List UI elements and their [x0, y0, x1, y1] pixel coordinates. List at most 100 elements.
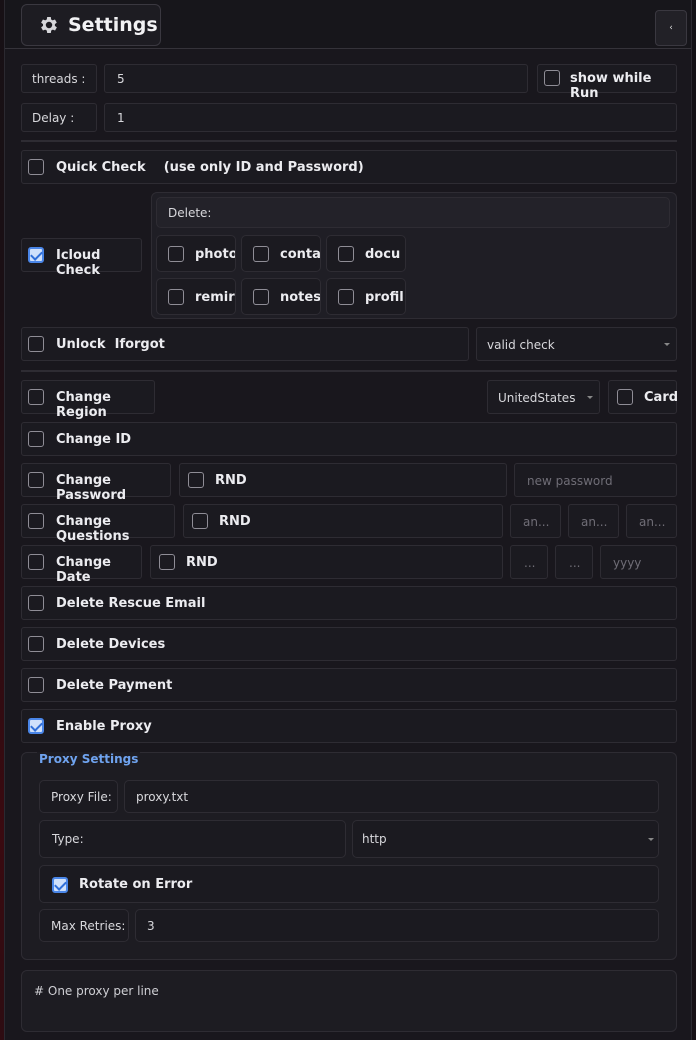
date-month-input[interactable]: ... [555, 545, 593, 579]
change-id-row[interactable]: Change ID [21, 422, 677, 456]
questions-rnd-checkbox[interactable] [192, 513, 208, 529]
delete-payment-checkbox[interactable] [28, 677, 44, 693]
chevron-left-icon: ‹ [669, 23, 673, 33]
quick-check-row[interactable]: Quick Check (use only ID and Password) [21, 150, 677, 184]
enable-proxy-checkbox[interactable] [28, 718, 44, 734]
show-while-run-toggle[interactable]: show while Run [537, 64, 677, 101]
unlock-mode-select[interactable]: valid check [476, 327, 677, 361]
gear-icon [41, 17, 57, 33]
enable-proxy-row[interactable]: Enable Proxy [21, 709, 677, 743]
card-toggle[interactable]: Card [608, 380, 679, 414]
proxy-file-input[interactable]: proxy.txt [124, 780, 659, 813]
divider [21, 370, 677, 372]
change-region-label: Change Region [56, 390, 111, 420]
password-rnd-checkbox[interactable] [188, 472, 204, 488]
quick-check-checkbox[interactable] [28, 159, 44, 175]
rotate-on-error-toggle[interactable]: Rotate on Error [39, 865, 659, 903]
delete-documents-label: docu [365, 247, 401, 262]
delete-rescue-row[interactable]: Delete Rescue Email [21, 586, 677, 620]
answer-1-input[interactable]: an... [510, 504, 561, 538]
delete-devices-checkbox[interactable] [28, 636, 44, 652]
proxy-type-label: Type: [52, 832, 84, 846]
unlock-iforgot-checkbox[interactable] [28, 336, 44, 352]
delay-value: 1 [117, 111, 125, 125]
delete-item-profile[interactable]: profil [326, 278, 406, 315]
date-rnd-checkbox[interactable] [159, 554, 175, 570]
threads-label: threads : [32, 72, 86, 86]
date-rnd-label: RND [186, 555, 218, 570]
change-password-label: Change Password [56, 473, 127, 503]
proxy-file-label: Proxy File: [51, 790, 112, 804]
delete-label-box: Delete: [156, 197, 670, 228]
change-password-row[interactable]: Change Password [21, 463, 171, 503]
unlock-iforgot-row[interactable]: Unlock Iforgot [21, 327, 469, 361]
proxy-list-textarea[interactable]: # One proxy per line [21, 970, 677, 1032]
show-while-run-checkbox[interactable] [544, 70, 560, 86]
max-retries-input[interactable]: 3 [135, 909, 659, 942]
delete-notes-checkbox[interactable] [253, 289, 269, 305]
new-password-input[interactable]: new password [514, 463, 677, 497]
show-while-run-label: show while Run [570, 71, 652, 101]
settings-panel: Settings ‹ threads : 5 show while Run De… [4, 0, 692, 1040]
change-date-label: Change Date [56, 555, 111, 585]
delete-item-contacts[interactable]: conta [241, 235, 321, 272]
page-title: Settings [68, 14, 158, 36]
proxy-file-label-box: Proxy File: [39, 780, 118, 813]
card-label: Card [644, 390, 679, 405]
max-retries-label-box: Max Retries: [39, 909, 129, 942]
delay-input[interactable]: 1 [104, 103, 677, 132]
card-checkbox[interactable] [617, 389, 633, 405]
answer-2-placeholder: an... [581, 515, 608, 529]
delete-item-photo[interactable]: photo [156, 235, 236, 272]
delete-contacts-checkbox[interactable] [253, 246, 269, 262]
answer-2-input[interactable]: an... [568, 504, 619, 538]
delete-devices-row[interactable]: Delete Devices [21, 627, 677, 661]
delete-contacts-label: conta [280, 247, 321, 262]
icloud-check-row[interactable]: Icloud Check [21, 238, 142, 278]
delete-profile-checkbox[interactable] [338, 289, 354, 305]
answer-3-placeholder: an... [639, 515, 666, 529]
date-year-placeholder: yyyy [613, 556, 642, 570]
delete-rescue-checkbox[interactable] [28, 595, 44, 611]
unlock-iforgot-label: Unlock Iforgot [56, 337, 165, 352]
delete-item-notes[interactable]: notes [241, 278, 321, 315]
proxy-type-select[interactable]: http [352, 820, 659, 858]
delete-item-reminders[interactable]: remir [156, 278, 236, 315]
delete-reminders-checkbox[interactable] [168, 289, 184, 305]
threads-input[interactable]: 5 [104, 64, 528, 93]
proxy-list-placeholder: # One proxy per line [34, 984, 159, 998]
change-date-row[interactable]: Change Date [21, 545, 142, 585]
region-value: UnitedStates [498, 391, 576, 405]
proxy-settings-title: Proxy Settings [37, 752, 141, 766]
delete-documents-checkbox[interactable] [338, 246, 354, 262]
proxy-type-label-box: Type: [39, 820, 346, 858]
delete-devices-label: Delete Devices [56, 637, 166, 652]
change-password-checkbox[interactable] [28, 472, 44, 488]
icloud-check-checkbox[interactable] [28, 247, 44, 263]
quick-check-label: Quick Check (use only ID and Password) [56, 160, 364, 175]
date-year-input[interactable]: yyyy [600, 545, 677, 579]
rotate-on-error-checkbox[interactable] [52, 877, 68, 893]
change-questions-checkbox[interactable] [28, 513, 44, 529]
delete-item-documents[interactable]: docu [326, 235, 406, 272]
icloud-delete-group: Delete: photo conta docu remir notes pro… [151, 192, 677, 319]
change-region-row[interactable]: Change Region [21, 380, 155, 420]
change-id-checkbox[interactable] [28, 431, 44, 447]
password-rnd-toggle[interactable]: RND [179, 463, 507, 497]
region-select[interactable]: UnitedStates [487, 380, 600, 414]
date-rnd-toggle[interactable]: RND [150, 545, 503, 579]
answer-3-input[interactable]: an... [626, 504, 677, 538]
proxy-settings-group: Proxy Settings Proxy File: proxy.txt Typ… [21, 752, 677, 960]
questions-rnd-toggle[interactable]: RND [183, 504, 503, 538]
delete-photo-checkbox[interactable] [168, 246, 184, 262]
change-date-checkbox[interactable] [28, 554, 44, 570]
date-day-input[interactable]: ... [510, 545, 548, 579]
title-box: Settings [21, 4, 161, 46]
proxy-type-value: http [362, 832, 387, 846]
delete-label: Delete: [168, 206, 212, 220]
change-region-checkbox[interactable] [28, 389, 44, 405]
delete-payment-row[interactable]: Delete Payment [21, 668, 677, 702]
max-retries-label: Max Retries: [51, 919, 126, 933]
change-questions-row[interactable]: Change Questions [21, 504, 175, 544]
collapse-button[interactable]: ‹ [655, 10, 687, 46]
